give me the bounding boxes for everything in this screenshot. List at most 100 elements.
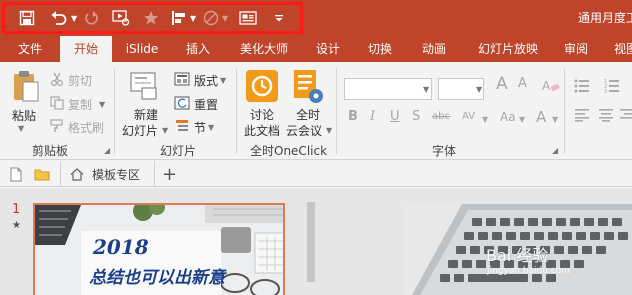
align-center-icon <box>598 108 616 125</box>
tab-slideshow[interactable]: 幻灯片放映 <box>470 36 546 62</box>
slides-panel-scroll-thumb[interactable] <box>307 202 315 282</box>
slides-group-label: 幻灯片 <box>160 144 197 158</box>
new-slide-icon[interactable] <box>130 72 160 103</box>
copy-button: 复制 <box>68 98 93 112</box>
bold-button: B <box>348 109 358 124</box>
slide-transition-star-icon: ★ <box>12 220 21 231</box>
layout-icon[interactable] <box>174 72 190 89</box>
ribbon-separator <box>336 68 337 154</box>
tab-animations[interactable]: 动画 <box>414 36 454 62</box>
new-slide-button[interactable]: 新建 <box>134 106 158 123</box>
section-icon[interactable] <box>174 119 190 136</box>
ribbon-separator <box>114 68 115 154</box>
change-case-dropdown-icon: ▼ <box>519 115 526 124</box>
copy-dropdown-icon: ▼ <box>99 100 106 109</box>
clipboard-launcher-icon[interactable]: ◢ <box>104 146 110 155</box>
paste-icon[interactable] <box>12 70 40 107</box>
tab-home[interactable]: 开始 <box>60 36 112 62</box>
numbering-icon: 123 <box>604 78 626 97</box>
increase-font-button: A <box>496 74 508 94</box>
copy-icon <box>50 96 64 113</box>
tab-design[interactable]: 设计 <box>308 36 348 62</box>
strikethrough-button: abc <box>432 111 450 122</box>
cloud-meeting-label-2[interactable]: 云会议 <box>286 122 322 139</box>
font-size-dropdown-icon[interactable]: ▼ <box>476 85 482 94</box>
home-icon <box>70 167 84 181</box>
layout-dropdown-icon[interactable]: ▼ <box>220 76 226 85</box>
shape-icon <box>202 8 220 28</box>
font-color-button: A <box>536 108 547 126</box>
star-icon <box>142 8 160 28</box>
shape-dropdown-icon: ▼ <box>222 14 229 23</box>
font-group-label: 字体 <box>432 144 457 158</box>
template-zone-label: 模板专区 <box>92 167 141 182</box>
redo-icon <box>83 8 101 28</box>
textbox-icon[interactable] <box>238 8 258 28</box>
layout-button[interactable]: 版式 <box>194 72 218 89</box>
undo-icon[interactable] <box>49 8 69 28</box>
slide-number: 1 <box>12 202 21 217</box>
clipboard-group-label: 剪贴板 <box>32 144 69 158</box>
ribbon-separator <box>564 68 565 154</box>
watermark-url: jingyan.baidu.com <box>487 266 571 276</box>
title-bar: ▼ ▼ ▼ 通用月度工 <box>0 0 632 36</box>
tab-islide[interactable]: iSlide <box>120 36 164 62</box>
font-name-dropdown[interactable] <box>344 78 432 100</box>
slide-thumbnail[interactable]: 2018 总结也可以出新意 <box>33 203 285 295</box>
tab-separator <box>154 161 155 187</box>
align-left-icon <box>574 108 592 125</box>
cloud-meeting-dropdown-icon[interactable]: ▼ <box>326 126 332 135</box>
slide-thumbnail-year: 2018 <box>93 235 149 259</box>
decrease-font-button: A <box>518 76 527 91</box>
oneclick-group-label: 全时OneClick <box>250 144 328 158</box>
play-from-start-icon[interactable] <box>111 8 131 28</box>
undo-dropdown-icon[interactable]: ▼ <box>71 14 77 23</box>
customize-qat-icon[interactable] <box>272 8 286 28</box>
discuss-document-label-2[interactable]: 此文档 <box>244 122 280 139</box>
font-name-dropdown-icon[interactable]: ▼ <box>423 85 429 94</box>
add-tab-button[interactable]: + <box>162 163 177 185</box>
reset-button[interactable]: 重置 <box>194 96 218 113</box>
cut-icon <box>50 72 64 89</box>
font-launcher-icon[interactable]: ◢ <box>552 146 558 155</box>
align-icon[interactable] <box>170 8 188 28</box>
svg-text:3: 3 <box>604 89 607 94</box>
paste-dropdown-icon[interactable]: ▼ <box>18 124 24 133</box>
window-title: 通用月度工 <box>578 11 632 25</box>
char-spacing-dropdown-icon: ▼ <box>482 115 489 124</box>
open-folder-icon[interactable] <box>34 163 50 185</box>
format-painter-icon <box>50 119 64 136</box>
tab-view[interactable]: 视图 <box>606 36 632 62</box>
tab-insert[interactable]: 插入 <box>178 36 218 62</box>
clear-format-icon: A <box>542 78 560 95</box>
discuss-document-icon[interactable] <box>246 70 278 105</box>
underline-button: U <box>390 109 400 124</box>
cloud-meeting-icon[interactable] <box>292 70 324 107</box>
new-document-icon[interactable] <box>10 163 22 185</box>
section-dropdown-icon[interactable]: ▼ <box>208 123 214 132</box>
template-zone-tab[interactable]: 模板专区 <box>70 163 140 185</box>
document-tab-strip: 模板专区 + <box>0 161 632 187</box>
tab-beautify[interactable]: 美化大师 <box>232 36 296 62</box>
tab-review[interactable]: 审阅 <box>556 36 596 62</box>
new-slide-dropdown-icon[interactable]: ▼ <box>162 126 168 135</box>
section-button[interactable]: 节 <box>194 119 206 136</box>
reset-icon[interactable] <box>174 96 190 113</box>
align-dropdown-icon[interactable]: ▼ <box>190 14 196 23</box>
cloud-meeting-button[interactable]: 全时 <box>296 106 320 123</box>
align-right-icon <box>620 108 632 125</box>
char-spacing-button: AV <box>462 111 476 122</box>
editor-area: 1 ★ 2018 总结也可以出新意 Bai 经验 jingyan.baidu.c… <box>0 188 632 295</box>
tab-file[interactable]: 文件 <box>6 36 54 62</box>
watermark-text: Bai 经验 <box>486 246 549 265</box>
tab-transitions[interactable]: 切换 <box>360 36 400 62</box>
ribbon-tabs: 文件 开始 iSlide 插入 美化大师 设计 切换 动画 幻灯片放映 审阅 视… <box>0 36 632 62</box>
new-slide-label-2[interactable]: 幻灯片 <box>122 122 158 139</box>
cut-button: 剪切 <box>68 74 93 88</box>
paste-button[interactable]: 粘贴 <box>12 107 36 124</box>
discuss-document-button[interactable]: 讨论 <box>250 106 274 123</box>
save-icon[interactable] <box>18 8 36 28</box>
slide-thumbnail-title: 总结也可以出新意 <box>89 268 225 288</box>
format-painter-button: 格式刷 <box>68 121 105 135</box>
change-case-button: Aa <box>500 110 516 124</box>
